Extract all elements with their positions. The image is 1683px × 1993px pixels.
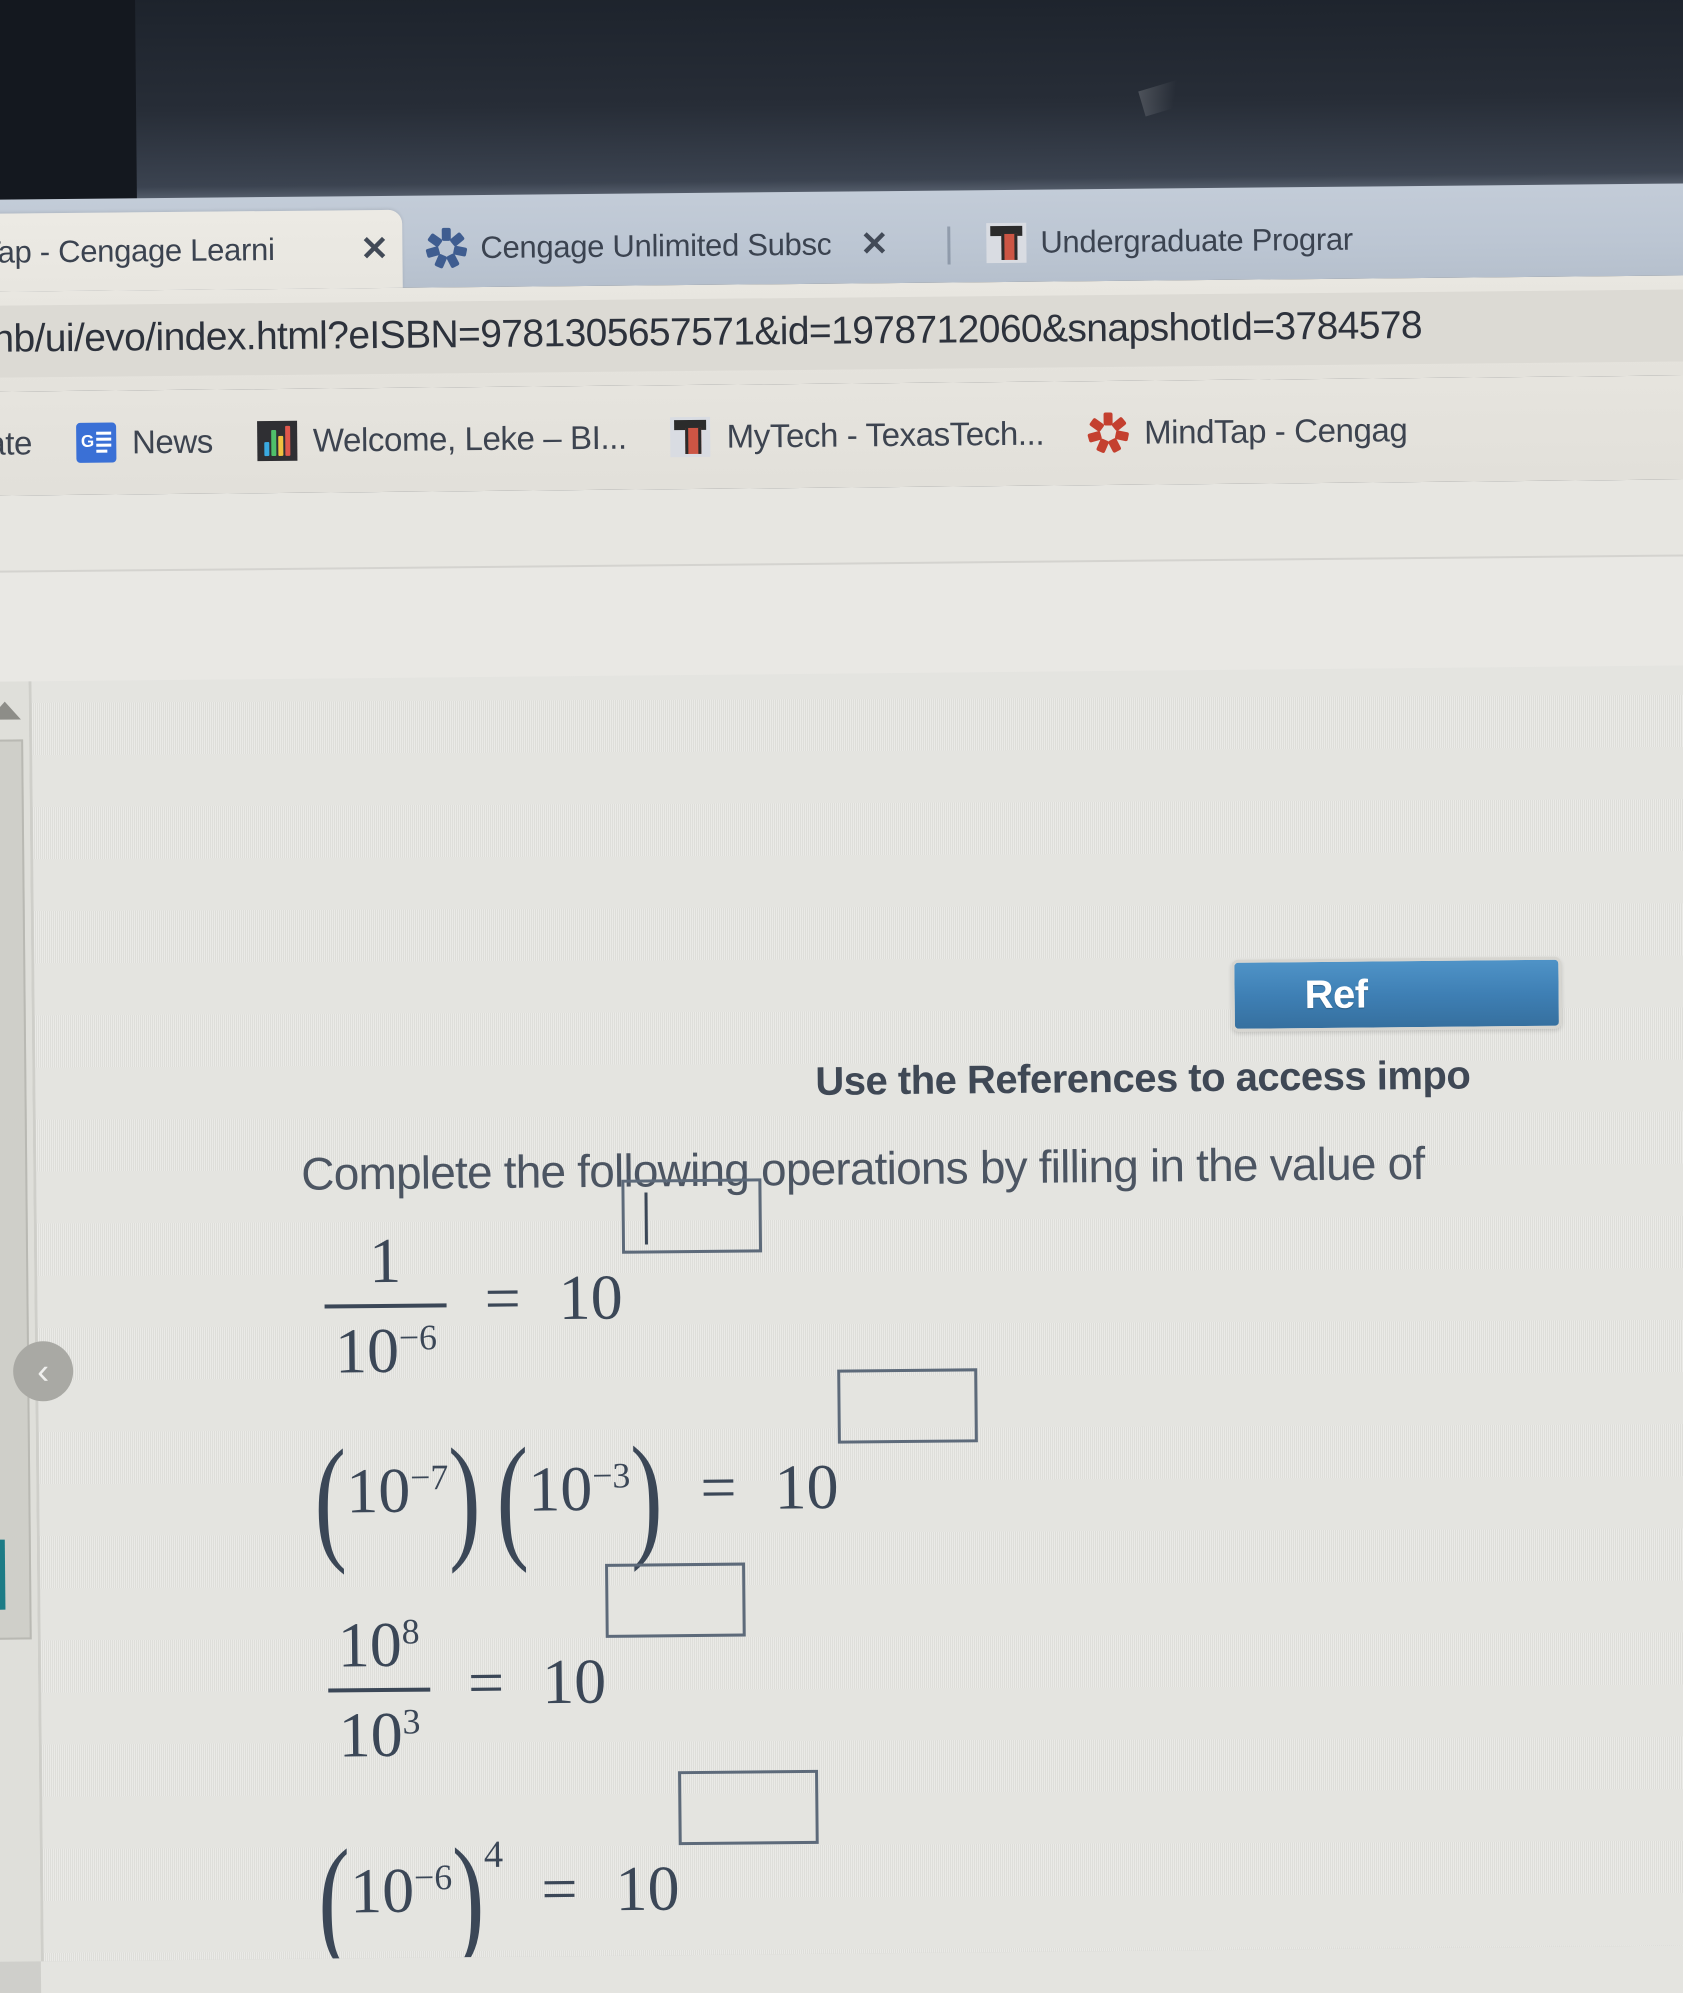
texas-tech-icon xyxy=(986,222,1027,264)
browser-tab-mindtap[interactable]: MindTap - Cengage Learni ✕ xyxy=(0,209,403,293)
answer-input-exponent-2[interactable] xyxy=(837,1368,979,1444)
cengage-icon xyxy=(425,227,468,269)
equals-sign: = xyxy=(484,1262,522,1334)
fraction-bar xyxy=(328,1687,431,1693)
fraction-numerator: 1 xyxy=(368,1224,402,1297)
inner-power: 10−6 xyxy=(349,1855,453,1927)
rhs-base: 10 xyxy=(615,1852,680,1925)
assignment-content-pane xyxy=(28,664,1683,1993)
equals-sign: = xyxy=(541,1853,578,1925)
equation-row-3: 108 103 = 10 xyxy=(327,1562,747,1773)
answer-input-exponent-1[interactable] xyxy=(621,1178,763,1255)
fraction-denominator: 10−6 xyxy=(334,1314,438,1387)
screen-texture xyxy=(31,664,1683,1993)
fraction-numerator: 108 xyxy=(337,1608,420,1681)
close-paren: ) xyxy=(629,1417,664,1573)
scroll-up-icon[interactable] xyxy=(0,701,21,720)
bookmark-label: MyTech - TexasTech... xyxy=(726,414,1045,455)
rhs-base: 10 xyxy=(774,1450,839,1523)
fraction: 108 103 xyxy=(327,1608,431,1773)
tab-title: Cengage Unlimited Subscr xyxy=(480,226,831,266)
open-paren: ( xyxy=(495,1418,530,1575)
open-paren: ( xyxy=(313,1420,348,1576)
bookmark-mindtap-cengage[interactable]: MindTap - Cengag xyxy=(1066,410,1430,454)
question-prompt: Complete the following operations by fil… xyxy=(301,1136,1425,1200)
answer-input-exponent-4[interactable] xyxy=(678,1769,820,1846)
bookmark-label: slate xyxy=(0,424,33,462)
answer-input-exponent-3[interactable] xyxy=(605,1562,746,1639)
previous-page-button[interactable]: ‹ xyxy=(12,1340,74,1402)
bookmark-label: Welcome, Leke – BI... xyxy=(312,418,627,459)
bookmark-translate[interactable]: slate xyxy=(0,424,54,463)
rhs-base: 10 xyxy=(541,1645,607,1718)
factor-1: 10−7 xyxy=(345,1455,449,1527)
close-paren: ) xyxy=(447,1419,482,1575)
bookmark-welcome-leke-bi[interactable]: Welcome, Leke – BI... xyxy=(235,417,649,462)
browser-tab-cengage-unlimited[interactable]: Cengage Unlimited Subscr ✕ xyxy=(412,205,903,288)
texas-tech-icon xyxy=(670,416,711,458)
equals-sign: = xyxy=(700,1451,737,1524)
close-paren: ) xyxy=(451,1819,486,1975)
fraction-denominator: 103 xyxy=(338,1698,421,1771)
bookmark-label: MindTap - Cengag xyxy=(1143,411,1408,451)
bookmarks-bar: slate G News Welcome, Leke – BI... MyTec… xyxy=(0,374,1683,496)
close-icon[interactable]: ✕ xyxy=(344,229,389,269)
bookmark-news[interactable]: G News xyxy=(54,421,235,463)
bar-chart-icon xyxy=(256,420,298,462)
equation-row-4: (10−6)4 = 10 xyxy=(317,1769,820,1976)
equation-row-1: 1 10−6 = 10 xyxy=(324,1178,764,1388)
google-news-icon: G xyxy=(75,422,117,463)
bookmark-mytech-texastech[interactable]: MyTech - TexasTech... xyxy=(648,413,1066,458)
fraction-bar xyxy=(324,1303,447,1309)
monitor-bezel xyxy=(0,0,1683,205)
side-tab-handle[interactable]: e xyxy=(0,1539,6,1610)
bookmark-label: News xyxy=(131,422,214,461)
rhs-base: 10 xyxy=(558,1261,624,1333)
tab-title: MindTap - Cengage Learni xyxy=(0,231,275,271)
screen-photo: MindTap - Cengage Learni ✕ Cengage Unlim… xyxy=(0,0,1683,1993)
browser-tab-undergraduate-programs[interactable]: Undergraduate Prograr xyxy=(972,197,1683,283)
fraction: 1 10−6 xyxy=(324,1223,448,1388)
equation-row-2: (10−7) (10−3) = 10 xyxy=(314,1368,980,1576)
factor-2: 10−3 xyxy=(528,1453,631,1525)
scrollbar-thumb[interactable] xyxy=(0,739,32,1640)
outer-exponent: 4 xyxy=(483,1833,504,1877)
browser-tab-strip: MindTap - Cengage Learni ✕ Cengage Unlim… xyxy=(0,182,1683,293)
text-caret xyxy=(644,1192,649,1245)
tab-divider xyxy=(947,226,951,265)
open-paren: ( xyxy=(317,1820,351,1976)
close-icon[interactable]: ✕ xyxy=(844,224,889,264)
bezel-shadow xyxy=(0,0,137,205)
references-button[interactable]: Ref xyxy=(1231,956,1562,1032)
equals-sign: = xyxy=(467,1646,505,1718)
cengage-icon xyxy=(1087,412,1130,454)
screen-glare xyxy=(1138,78,1190,117)
references-note: Use the References to access impo xyxy=(815,1053,1471,1104)
tab-title: Undergraduate Prograr xyxy=(1040,221,1354,260)
